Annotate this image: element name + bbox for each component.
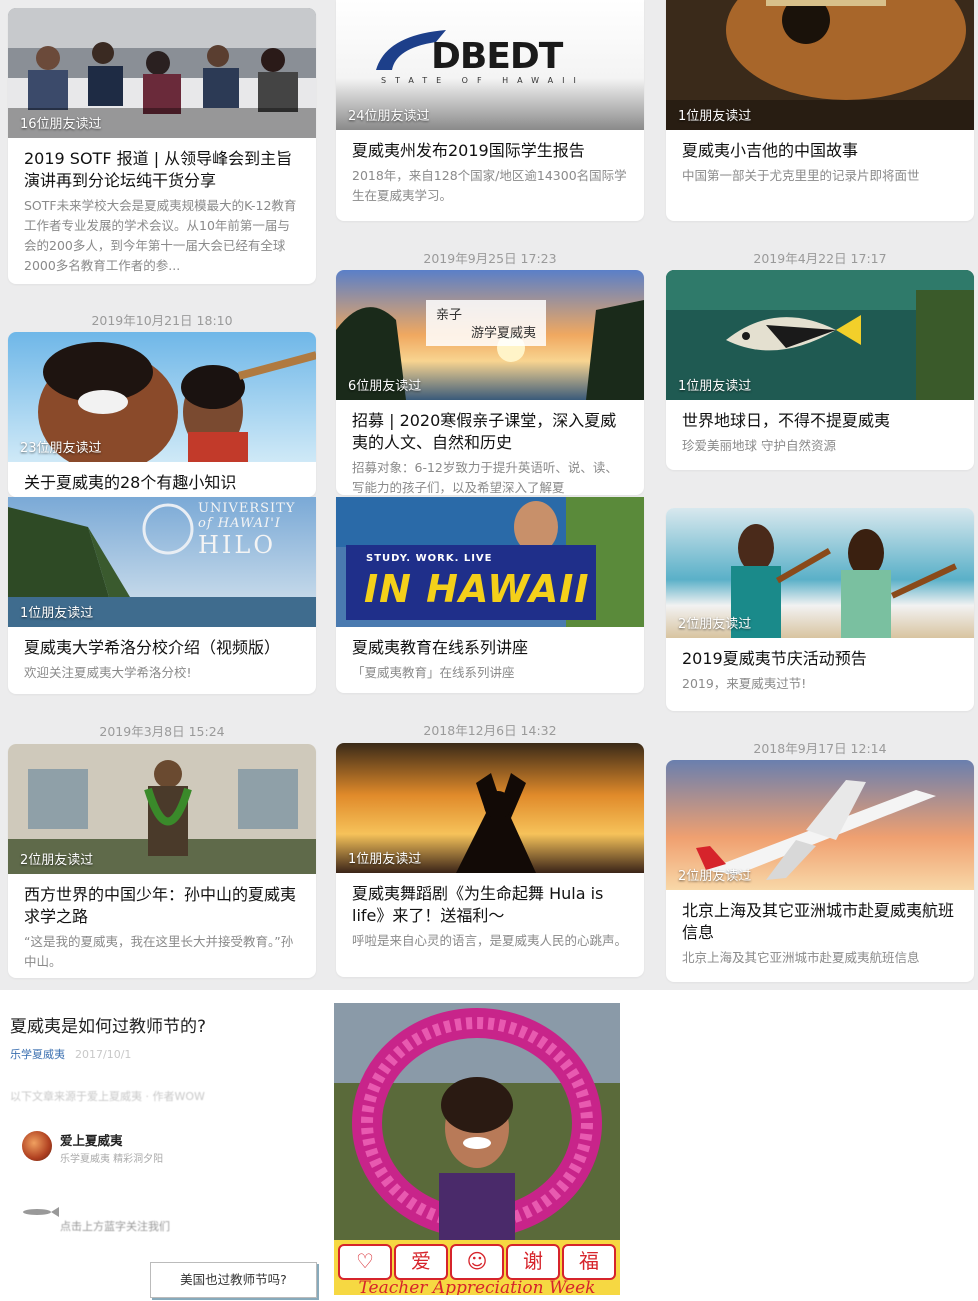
card-title: 夏威夷小吉他的中国故事: [682, 141, 859, 160]
question-button[interactable]: 美国也过教师节吗?: [150, 1262, 317, 1298]
card-title: 关于夏威夷的28个有趣小知识: [24, 473, 237, 492]
read-count-badge: 1位朋友读过: [20, 606, 94, 621]
account-description: 乐学夏威夷 精彩洞夕阳: [60, 1154, 164, 1165]
date-label: 2019年3月8日 15:24: [99, 724, 225, 739]
symbol-icon: 谢: [506, 1244, 560, 1280]
card-image: 2位朋友读过: [666, 508, 974, 638]
article-card[interactable]: 23位朋友读过 关于夏威夷的28个有趣小知识: [8, 332, 316, 497]
symbol-icon: 爱: [394, 1244, 448, 1280]
logo-text: UNIVERSITY: [198, 501, 296, 516]
article-source[interactable]: 乐学夏威夷 2017/10/1: [10, 1046, 131, 1062]
avatar[interactable]: [22, 1131, 52, 1161]
card-image: 2位朋友读过: [666, 760, 974, 890]
read-count-badge: 23位朋友读过: [20, 441, 102, 456]
card-description: 招募对象：6-12岁致力于提升英语听、说、读、写能力的孩子们，以及希望深入了解夏: [352, 460, 618, 495]
article-preview: 夏威夷是如何过教师节的? 乐学夏威夷 2017/10/1 以下文章来源于爱上夏威夷…: [0, 990, 330, 1301]
card-description: 珍爱美丽地球 守护自然资源: [682, 438, 836, 453]
card-title: 招募 | 2020寒假亲子课堂，深入夏威夷的人文、自然和历史: [352, 411, 617, 452]
card-title: 2019 SOTF 报道 | 从领导峰会到主旨演讲再到分论坛纯干货分享: [24, 149, 293, 190]
date-label: 2018年9月17日 12:14: [753, 741, 887, 756]
logo-text: of HAWAI'I: [198, 516, 281, 531]
card-image: 亲子 游学夏威夷 6位朋友读过: [336, 270, 644, 400]
source-name[interactable]: 乐学夏威夷: [10, 1048, 65, 1061]
article-title: 夏威夷是如何过教师节的?: [10, 1017, 207, 1037]
card-title: 西方世界的中国少年：孙中山的夏威夷求学之路: [24, 885, 297, 926]
banner-text: Teacher Appreciation Week: [358, 1278, 596, 1295]
read-count-badge: 1位朋友读过: [678, 109, 752, 124]
date-label: 2019年10月21日 18:10: [91, 313, 233, 328]
article-card[interactable]: 16位朋友读过 2019 SOTF 报道 | 从领导峰会到主旨演讲再到分论坛纯干…: [8, 8, 316, 284]
article-card[interactable]: 2位朋友读过 北京上海及其它亚洲城市赴夏威夷航班信息 北京上海及其它亚洲城市赴夏…: [666, 760, 974, 982]
read-count-badge: 1位朋友读过: [678, 379, 752, 394]
overlay-text: IN HAWAII: [364, 567, 590, 611]
lei-photo: [334, 1003, 620, 1243]
overlay-text: 亲子: [436, 308, 463, 323]
follow-hint[interactable]: 点击上方蓝字关注我们: [60, 1218, 170, 1234]
card-description: 呼啦是来自心灵的语言，是夏威夷人民的心跳声。: [352, 933, 628, 948]
card-image: 16位朋友读过: [8, 8, 316, 138]
heart-icon: ♡: [338, 1244, 392, 1280]
card-image: 1位朋友读过: [666, 270, 974, 400]
read-count-badge: 24位朋友读过: [348, 109, 430, 124]
read-count-badge: 2位朋友读过: [678, 617, 752, 632]
card-description: 2019，来夏威夷过节!: [682, 676, 807, 691]
card-description: 中国第一部关于尤克里里的记录片即将面世: [682, 168, 920, 183]
symbol-icon: 福: [562, 1244, 616, 1280]
article-card[interactable]: 亲子 游学夏威夷 6位朋友读过 招募 | 2020寒假亲子课堂，深入夏威夷的人文…: [336, 270, 644, 495]
overlay-text: 游学夏威夷: [471, 326, 537, 341]
teacher-week-image: ♡ 爱 ☺ 谢 福 Teacher Appreciation Week: [334, 1003, 620, 1295]
publish-date: 2017/10/1: [75, 1048, 132, 1061]
article-card[interactable]: 1位朋友读过 世界地球日，不得不提夏威夷 珍爱美丽地球 守护自然资源: [666, 270, 974, 470]
article-preview-section: 夏威夷是如何过教师节的? 乐学夏威夷 2017/10/1 以下文章来源于爱上夏威夷…: [0, 990, 978, 1301]
read-count-badge: 16位朋友读过: [20, 117, 102, 132]
card-image: 2位朋友读过: [8, 744, 316, 874]
card-title: 夏威夷州发布2019国际学生报告: [352, 141, 585, 160]
read-count-badge: 2位朋友读过: [20, 853, 94, 868]
card-title: 夏威夷大学希洛分校介绍（视频版）: [24, 638, 281, 657]
blurred-line: 以下文章来源于爱上夏威夷 · 作者WOW: [10, 1090, 205, 1103]
smile-icon: ☺: [450, 1244, 504, 1280]
read-count-badge: 2位朋友读过: [678, 869, 752, 884]
overlay-text: STUDY. WORK. LIVE: [366, 553, 493, 564]
date-label: 2019年4月22日 17:17: [753, 251, 887, 266]
article-card[interactable]: STUDY. WORK. LIVE IN HAWAII 夏威夷教育在线系列讲座 …: [336, 497, 644, 693]
teacher-week-banner: ♡ 爱 ☺ 谢 福 Teacher Appreciation Week: [334, 1240, 620, 1295]
card-description: 「夏威夷教育」在线系列讲座: [352, 665, 515, 680]
card-description: “这是我的夏威夷，我在这里长大并接受教育。”孙中山。: [24, 934, 294, 969]
card-title: 夏威夷舞蹈剧《为生命起舞 Hula is life》来了！送福利～: [352, 884, 604, 925]
account-name[interactable]: 爱上夏威夷: [60, 1130, 123, 1149]
article-card[interactable]: 1位朋友读过 夏威夷小吉他的中国故事 中国第一部关于尤克里里的记录片即将面世: [666, 0, 974, 221]
article-card[interactable]: 1位朋友读过 夏威夷舞蹈剧《为生命起舞 Hula is life》来了！送福利～…: [336, 743, 644, 977]
card-title: 北京上海及其它亚洲城市赴夏威夷航班信息: [682, 901, 955, 942]
article-grid: 16位朋友读过 2019 SOTF 报道 | 从领导峰会到主旨演讲再到分论坛纯干…: [0, 0, 978, 990]
fish-icon: [23, 1207, 59, 1217]
card-title: 夏威夷教育在线系列讲座: [352, 638, 529, 657]
card-title: 2019夏威夷节庆活动预告: [682, 649, 867, 668]
logo-subtext: STATE OF HAWAII: [381, 76, 585, 85]
card-description: 欢迎关注夏威夷大学希洛分校!: [24, 665, 192, 680]
read-count-badge: 6位朋友读过: [348, 379, 422, 394]
card-image: 23位朋友读过: [8, 332, 316, 462]
card-description: SOTF未来学校大会是夏威夷规模最大的K-12教育工作者专业发展的学术会议。从1…: [24, 198, 297, 273]
article-card[interactable]: DBEDT STATE OF HAWAII 24位朋友读过 夏威夷州发布2019…: [336, 0, 644, 221]
date-label: 2019年9月25日 17:23: [423, 251, 557, 266]
article-card[interactable]: 2位朋友读过 2019夏威夷节庆活动预告 2019，来夏威夷过节!: [666, 508, 974, 711]
date-label: 2018年12月6日 14:32: [423, 723, 557, 738]
card-image: UNIVERSITY of HAWAI'I HILO 1位朋友读过: [8, 497, 316, 627]
card-description: 北京上海及其它亚洲城市赴夏威夷航班信息: [682, 950, 920, 965]
logo-text: DBEDT: [431, 36, 563, 77]
card-image: 1位朋友读过: [666, 0, 974, 130]
card-image: 1位朋友读过: [336, 743, 644, 873]
card-image: STUDY. WORK. LIVE IN HAWAII: [336, 497, 644, 627]
read-count-badge: 1位朋友读过: [348, 852, 422, 867]
card-image: DBEDT STATE OF HAWAII 24位朋友读过: [336, 0, 644, 130]
logo-text: HILO: [198, 531, 277, 559]
card-title: 世界地球日，不得不提夏威夷: [682, 411, 891, 430]
card-description: 2018年，来自128个国家/地区逾14300名国际学生在夏威夷学习。: [352, 168, 627, 203]
article-card[interactable]: UNIVERSITY of HAWAI'I HILO 1位朋友读过 夏威夷大学希…: [8, 497, 316, 694]
article-card[interactable]: 2位朋友读过 西方世界的中国少年：孙中山的夏威夷求学之路 “这是我的夏威夷，我在…: [8, 744, 316, 978]
